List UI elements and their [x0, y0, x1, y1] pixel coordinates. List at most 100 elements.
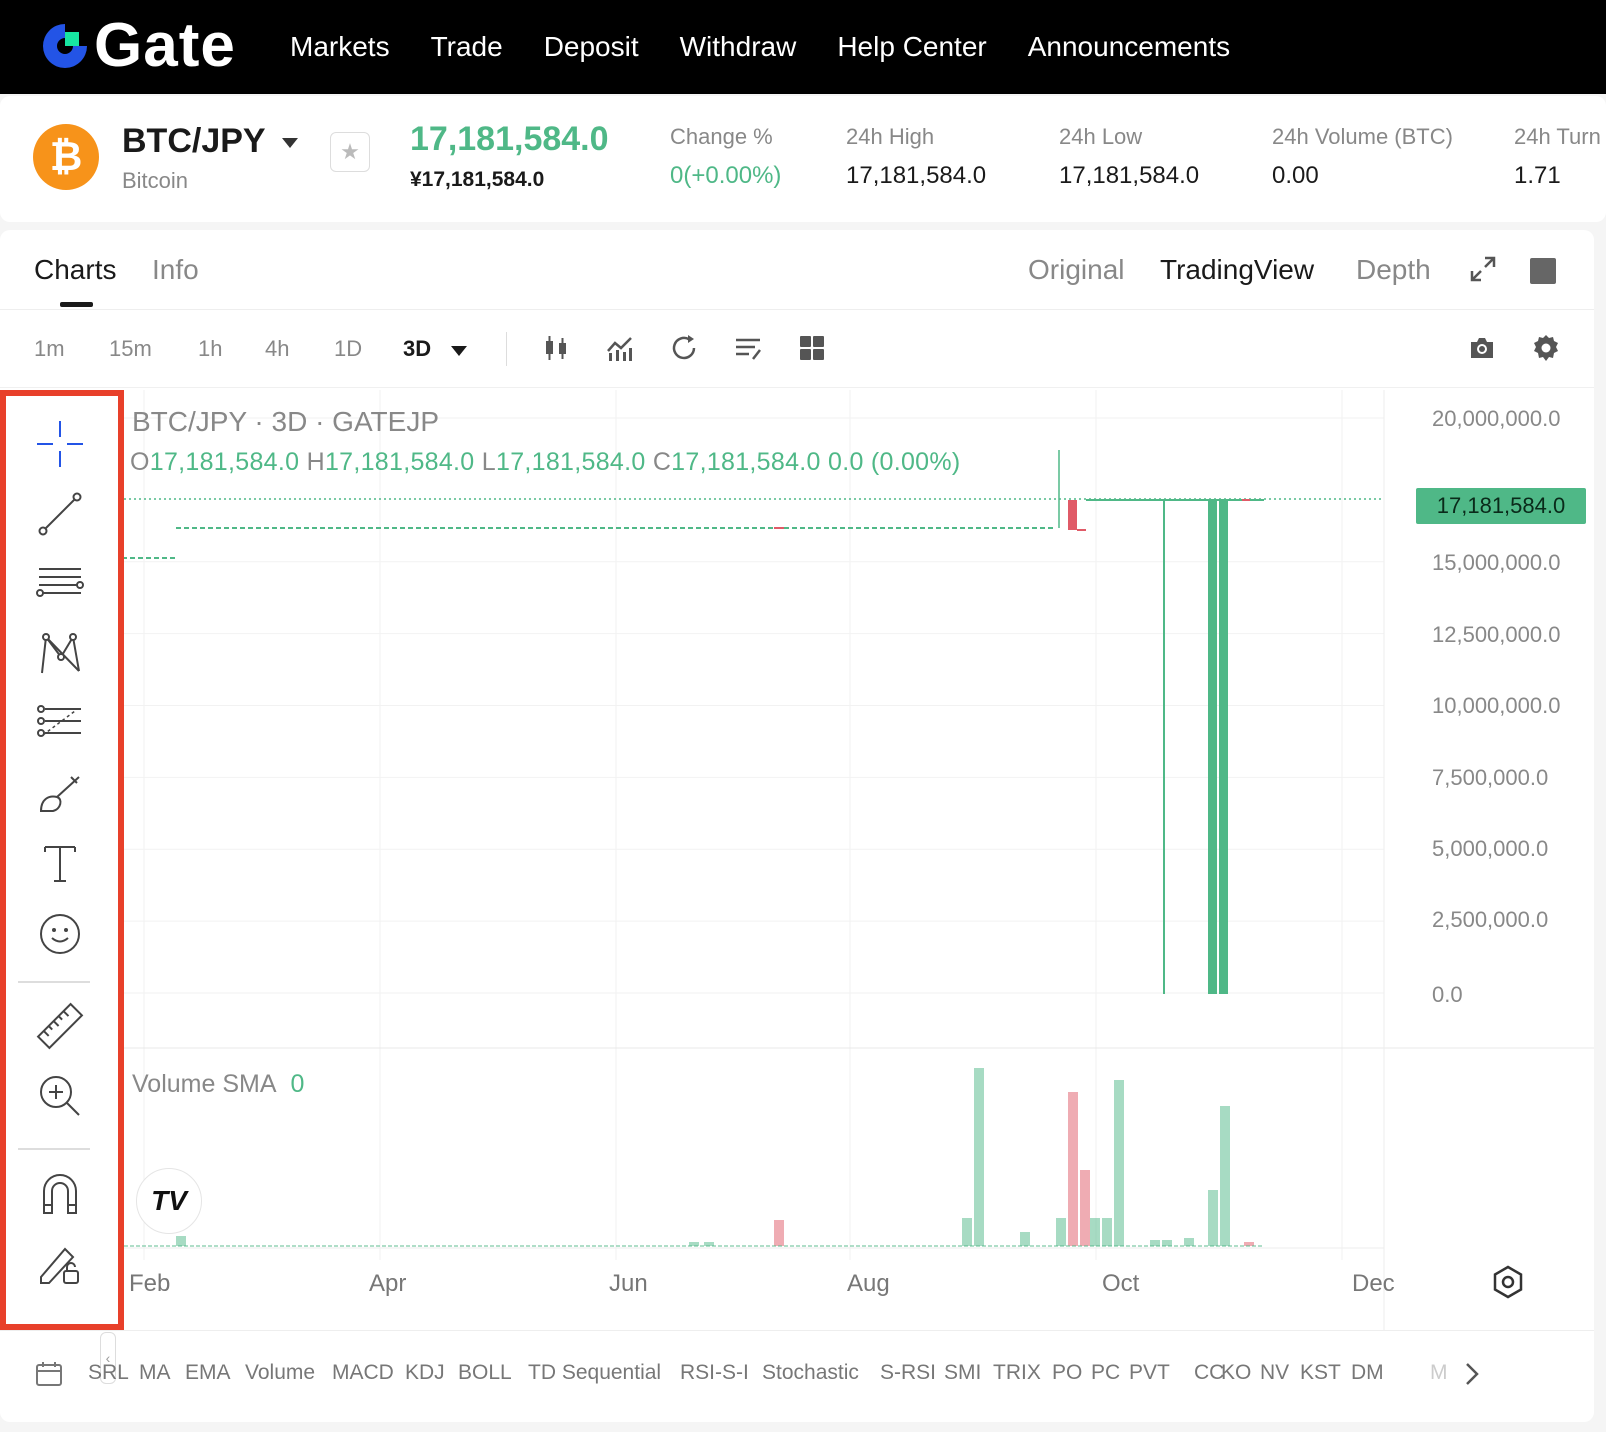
camera-icon[interactable]	[1464, 330, 1500, 366]
volume-bar	[1080, 1170, 1090, 1246]
coin-name: Bitcoin	[122, 168, 189, 193]
indicator-po[interactable]: PO	[1052, 1361, 1082, 1385]
stat-24h-low: 24h Low 17,181,584.0	[1059, 124, 1199, 190]
legend-high-key: H	[306, 448, 325, 476]
nav-withdraw[interactable]: Withdraw	[680, 31, 797, 63]
chart-settings-hex-icon[interactable]	[1490, 1264, 1526, 1300]
settings-gear-icon[interactable]	[1528, 330, 1564, 366]
lock-drawings-icon[interactable]	[30, 1234, 90, 1294]
indicator-pc[interactable]: PC	[1091, 1361, 1120, 1385]
indicator-ma[interactable]: MA	[139, 1361, 171, 1385]
pair-selector[interactable]: BTC/JPY	[122, 122, 266, 161]
timeframe-1d[interactable]: 1D	[334, 336, 362, 362]
stat-24h-high: 24h High 17,181,584.0	[846, 124, 986, 190]
tradingview-logo[interactable]: TV	[136, 1168, 202, 1234]
timeframe-dropdown-icon[interactable]	[451, 346, 467, 356]
expand-icon[interactable]	[1468, 254, 1498, 284]
trend-line-icon[interactable]	[30, 484, 90, 544]
volume-bar	[1056, 1218, 1066, 1246]
timeframe-15m[interactable]: 15m	[109, 336, 152, 362]
indicator-pvt[interactable]: PVT	[1129, 1361, 1170, 1385]
calendar-icon[interactable]	[34, 1359, 64, 1389]
bitcoin-icon: ₿	[33, 124, 99, 190]
stat-label: 24h High	[846, 124, 935, 149]
y-tick-label: 10,000,000.0	[1432, 693, 1561, 718]
volume-bar	[1150, 1240, 1160, 1246]
layout-square-icon[interactable]	[1530, 258, 1556, 284]
timeframe-1m[interactable]: 1m	[34, 336, 65, 362]
candle-type-icon[interactable]	[538, 330, 574, 366]
view-tradingview[interactable]: TradingView	[1160, 254, 1314, 286]
indicator-kdj[interactable]: KDJ	[405, 1361, 445, 1385]
crosshair-icon[interactable]	[30, 414, 90, 474]
indicator-s-rsi[interactable]: S-RSI	[880, 1361, 936, 1385]
volume-bar	[1162, 1240, 1172, 1246]
nav-trade[interactable]: Trade	[431, 31, 503, 63]
indicator-volume[interactable]: Volume	[245, 1361, 315, 1385]
templates-icon[interactable]	[730, 330, 766, 366]
timeframe-4h[interactable]: 4h	[265, 336, 289, 362]
price-chart-svg[interactable]	[124, 390, 1594, 1330]
caret-down-icon[interactable]	[282, 138, 298, 148]
horizontal-lines-icon[interactable]	[30, 554, 90, 614]
volume-bar	[974, 1068, 984, 1246]
nav-announcements[interactable]: Announcements	[1028, 31, 1230, 63]
emoji-icon[interactable]	[30, 904, 90, 964]
nav-markets[interactable]: Markets	[290, 31, 390, 63]
indicator-td-sequential[interactable]: TD Sequential	[528, 1361, 661, 1385]
indicator-boll[interactable]: BOLL	[458, 1361, 512, 1385]
indicators-icon[interactable]	[602, 330, 638, 366]
magnet-icon[interactable]	[30, 1164, 90, 1224]
favorite-star-button[interactable]: ★	[330, 132, 370, 172]
drawing-toolbar: ‹	[0, 390, 124, 1384]
legend-open-key: O	[130, 448, 150, 476]
nav-deposit[interactable]: Deposit	[544, 31, 639, 63]
brush-icon[interactable]	[30, 764, 90, 824]
indicator-trix[interactable]: TRIX	[993, 1361, 1041, 1385]
view-depth[interactable]: Depth	[1356, 254, 1431, 286]
indicator-kst[interactable]: KST	[1300, 1361, 1341, 1385]
indicator-cc[interactable]: CC	[1194, 1361, 1224, 1385]
gate-logo[interactable]: Gate	[40, 15, 236, 77]
text-tool-icon[interactable]	[30, 834, 90, 894]
chart-tabs: Charts Info Original TradingView Depth	[0, 230, 1594, 310]
y-tick-label: 5,000,000.0	[1432, 836, 1549, 861]
zoom-in-icon[interactable]	[30, 1066, 90, 1126]
y-tick-label: 0.0	[1432, 982, 1463, 1007]
layout-grid-icon[interactable]	[794, 330, 830, 366]
indicator-m[interactable]: M	[1430, 1361, 1448, 1385]
legend-high: 17,181,584.0	[324, 448, 475, 476]
volume-bar	[1114, 1080, 1124, 1246]
indicator-smi[interactable]: SMI	[944, 1361, 981, 1385]
main-nav: Markets Trade Deposit Withdraw Help Cent…	[290, 0, 1271, 94]
pattern-icon[interactable]	[30, 624, 90, 684]
refresh-icon[interactable]	[666, 330, 702, 366]
indicator-nv[interactable]: NV	[1260, 1361, 1289, 1385]
candle-up-tall	[1208, 500, 1217, 994]
chart-panel: Charts Info Original TradingView Depth 1…	[0, 230, 1594, 1422]
indicator-srl[interactable]: SRL	[88, 1361, 129, 1385]
tab-info[interactable]: Info	[152, 254, 199, 286]
toolbar-divider	[506, 332, 507, 366]
jpy-price: ¥17,181,584.0	[410, 168, 545, 191]
timeframe-1h[interactable]: 1h	[198, 336, 222, 362]
indicator-dm[interactable]: DM	[1351, 1361, 1384, 1385]
gate-logo-icon	[43, 24, 87, 68]
ruler-icon[interactable]	[30, 996, 90, 1056]
x-tick-label: Aug	[847, 1270, 890, 1297]
indicator-ko[interactable]: KO	[1221, 1361, 1251, 1385]
tab-charts[interactable]: Charts	[34, 254, 116, 286]
chart-legend-ohlc: O17,181,584.0 H17,181,584.0 L17,181,584.…	[130, 448, 961, 477]
indicator-ema[interactable]: EMA	[185, 1361, 231, 1385]
chart-area[interactable]: BTC/JPY · 3D · GATEJP O17,181,584.0 H17,…	[124, 390, 1594, 1330]
timeframe-3d[interactable]: 3D	[403, 336, 431, 362]
view-original[interactable]: Original	[1028, 254, 1124, 286]
indicator-macd[interactable]: MACD	[332, 1361, 394, 1385]
indicator-stochastic[interactable]: Stochastic	[762, 1361, 859, 1385]
indicator-rsi-s-i[interactable]: RSI-S-I	[680, 1361, 749, 1385]
fib-retracement-icon[interactable]	[30, 694, 90, 754]
nav-help-center[interactable]: Help Center	[837, 31, 986, 63]
chevron-right-icon[interactable]	[1462, 1361, 1482, 1387]
volume-bar	[1184, 1238, 1194, 1246]
volume-bar	[1090, 1218, 1100, 1246]
